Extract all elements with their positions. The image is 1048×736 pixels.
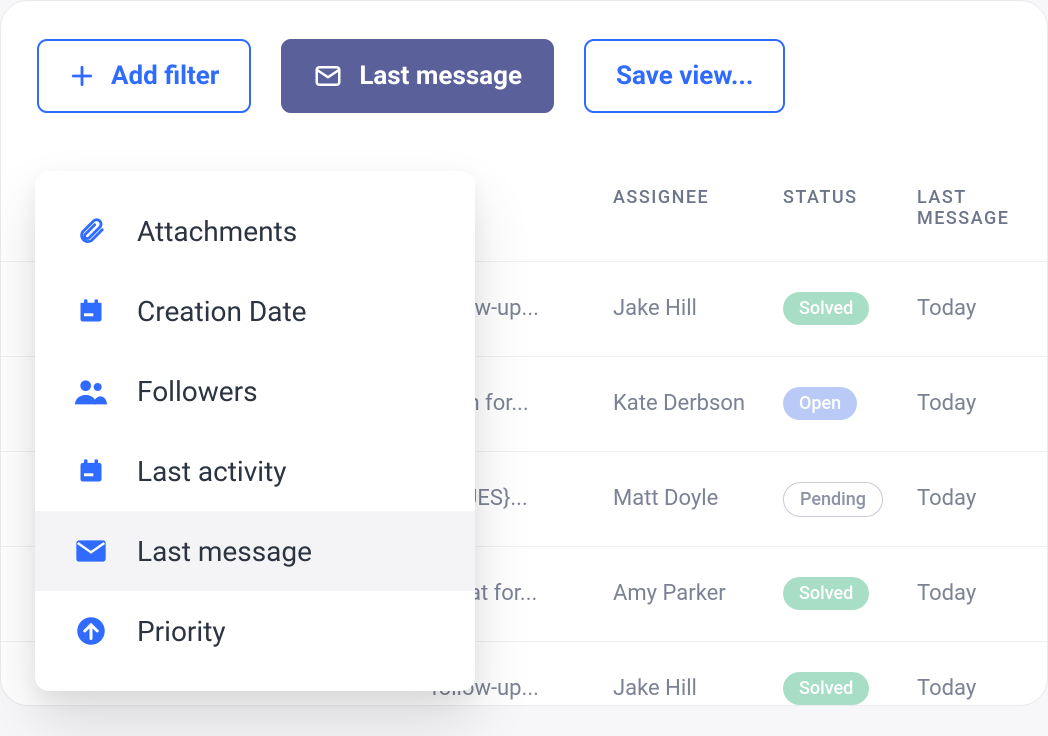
cell-assignee: Matt Doyle	[613, 486, 718, 511]
filter-option-creation-date[interactable]: Creation Date	[35, 271, 475, 351]
main-panel: Add filter Last message Save view... ASS…	[0, 0, 1048, 706]
mail-icon	[313, 61, 343, 91]
filter-option-label: Last activity	[137, 455, 287, 488]
status-badge: Solved	[783, 292, 869, 325]
cell-assignee: Amy Parker	[613, 581, 726, 606]
cell-assignee: Jake Hill	[613, 676, 697, 701]
cell-last-message: Today	[917, 581, 976, 606]
cell-status: Solved	[783, 577, 869, 610]
cell-last-message: Today	[917, 391, 976, 416]
status-badge: Open	[783, 387, 857, 420]
filter-option-label: Last message	[137, 535, 312, 568]
last-message-filter-button[interactable]: Last message	[281, 39, 554, 113]
cell-assignee: Kate Derbson	[613, 391, 745, 416]
arrow-up-circle-icon	[71, 616, 111, 646]
cell-last-message: Today	[917, 676, 976, 701]
followers-icon	[71, 377, 111, 405]
column-last-message: LAST MESSAGE	[917, 187, 1047, 229]
paperclip-icon	[71, 216, 111, 246]
cell-status: Solved	[783, 672, 869, 705]
last-message-filter-label: Last message	[359, 61, 522, 91]
filter-option-label: Creation Date	[137, 295, 307, 328]
filter-option-label: Followers	[137, 375, 258, 408]
cell-status: Open	[783, 387, 857, 420]
status-badge: Solved	[783, 577, 869, 610]
status-badge: Pending	[783, 482, 883, 517]
filter-option-attachments[interactable]: Attachments	[35, 191, 475, 271]
mail-icon	[71, 538, 111, 564]
cell-status: Solved	[783, 292, 869, 325]
cell-status: Pending	[783, 482, 883, 517]
calendar-icon	[71, 297, 111, 325]
column-assignee: ASSIGNEE	[613, 187, 709, 208]
filter-option-priority[interactable]: Priority	[35, 591, 475, 671]
save-view-button[interactable]: Save view...	[584, 39, 785, 113]
filter-option-last-activity[interactable]: Last activity	[35, 431, 475, 511]
filter-toolbar: Add filter Last message Save view...	[1, 39, 1047, 113]
filter-option-followers[interactable]: Followers	[35, 351, 475, 431]
filter-option-last-message[interactable]: Last message	[35, 511, 475, 591]
filter-dropdown: Attachments Creation Date Followers Last…	[35, 171, 475, 691]
filter-option-label: Priority	[137, 615, 226, 648]
cell-assignee: Jake Hill	[613, 296, 697, 321]
cell-last-message: Today	[917, 486, 976, 511]
filter-option-label: Attachments	[137, 215, 297, 248]
column-status: STATUS	[783, 187, 858, 208]
add-filter-label: Add filter	[111, 61, 219, 91]
add-filter-button[interactable]: Add filter	[37, 39, 251, 113]
plus-icon	[69, 63, 95, 89]
cell-last-message: Today	[917, 296, 976, 321]
status-badge: Solved	[783, 672, 869, 705]
calendar-icon	[71, 457, 111, 485]
save-view-label: Save view...	[616, 61, 753, 91]
